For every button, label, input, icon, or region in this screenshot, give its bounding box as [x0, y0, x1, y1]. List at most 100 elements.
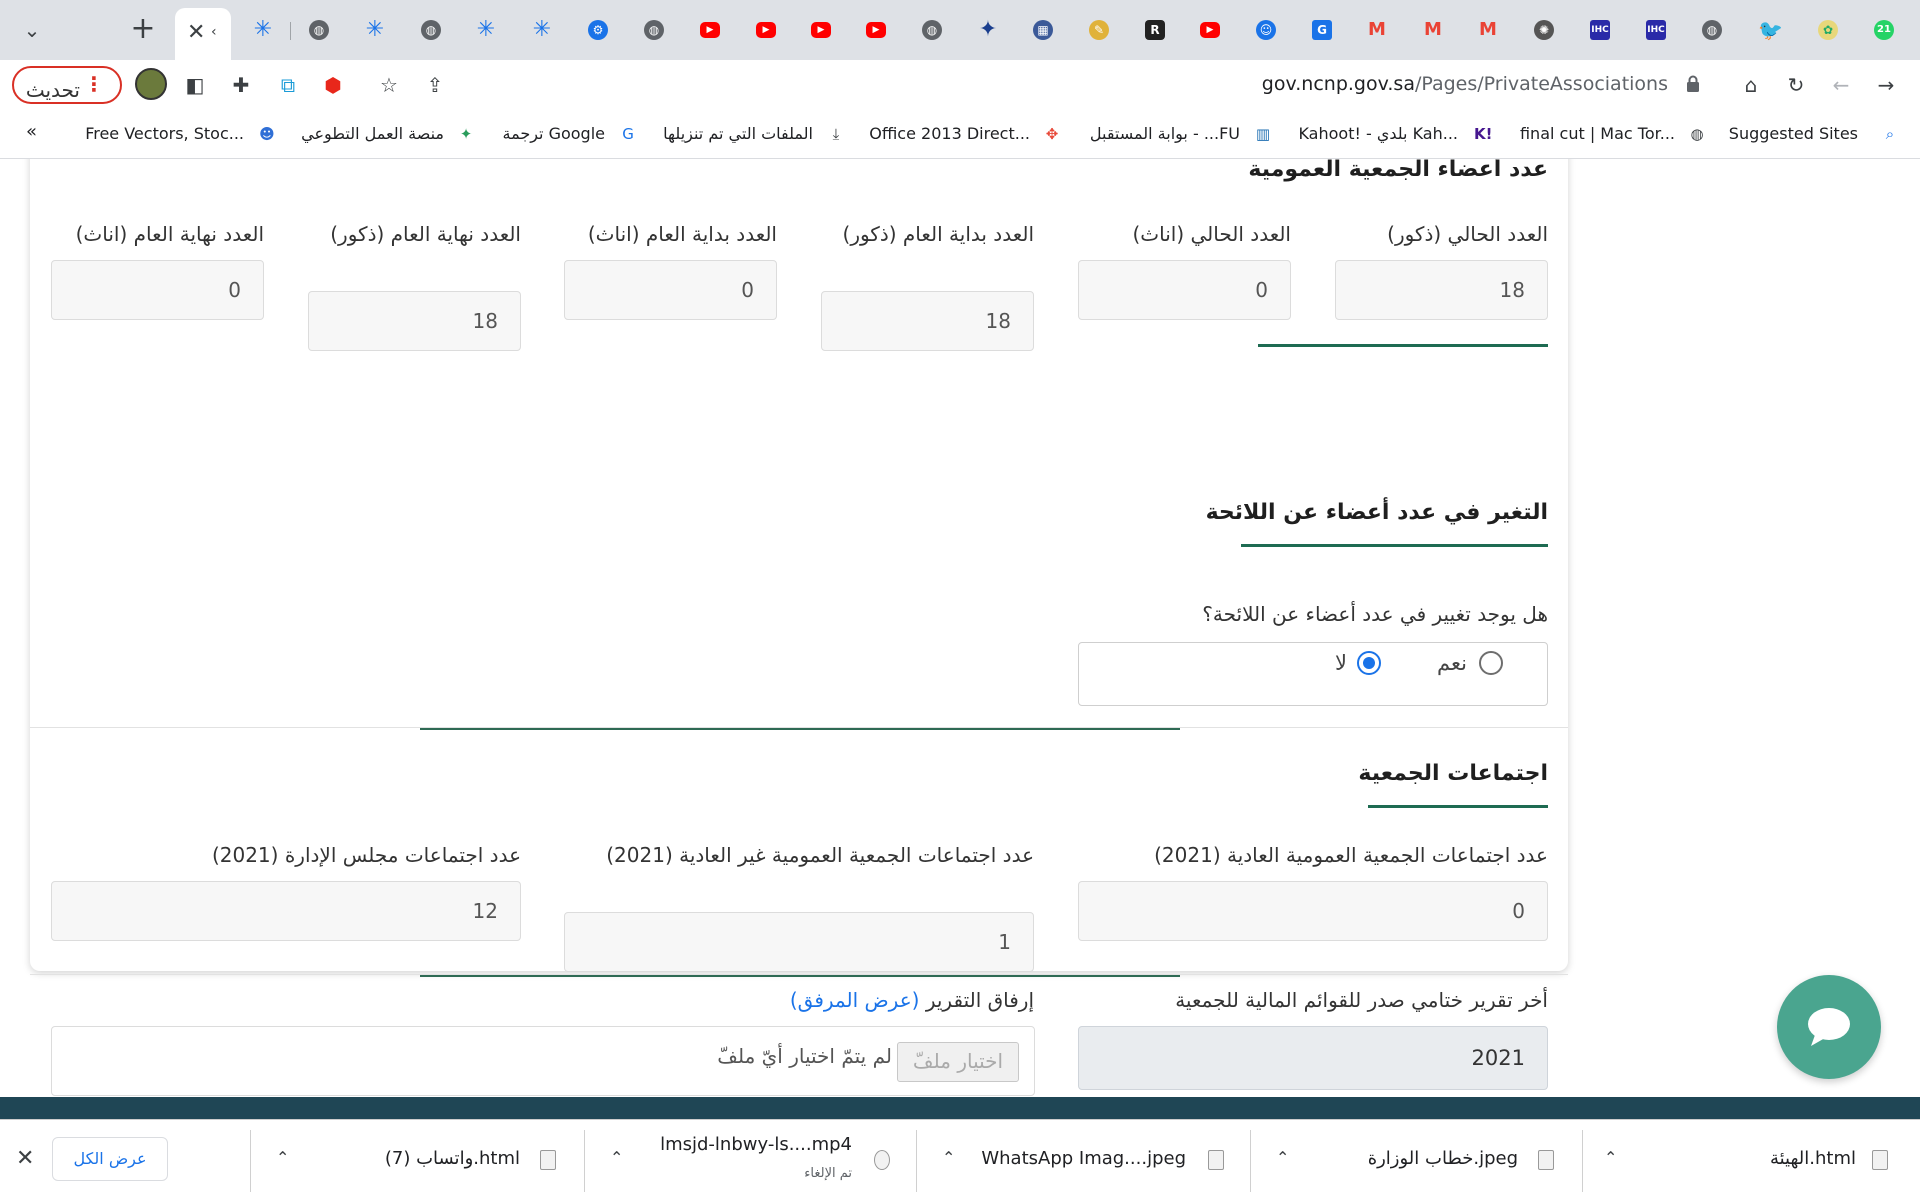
- youtube-favicon[interactable]: ▶: [811, 22, 831, 38]
- current-male-input[interactable]: 18: [1335, 260, 1548, 320]
- ncnp-favicon[interactable]: ✳: [365, 19, 385, 41]
- chevron-up-icon[interactable]: ⌃: [1276, 1148, 1289, 1167]
- home-icon[interactable]: ⌂: [1738, 72, 1764, 98]
- radio-yes-label[interactable]: نعم: [1437, 651, 1467, 675]
- whatsapp-favicon[interactable]: 21: [1874, 20, 1894, 40]
- tab-badge: 21: [1877, 24, 1891, 35]
- search-icon[interactable]: ⌕: [1881, 125, 1899, 143]
- extraordinary-meetings-input[interactable]: 1: [564, 912, 1034, 972]
- settings-favicon[interactable]: ⚙: [588, 20, 608, 40]
- calendar-favicon[interactable]: ▦: [1033, 20, 1053, 40]
- download-item[interactable]: الهيئة.html ⌃: [1582, 1120, 1920, 1200]
- bookmark-final-cut[interactable]: final cut | Mac Tor...: [1520, 124, 1675, 143]
- download-item[interactable]: lmsjd-lnbwy-ls....mp4 تم الإلغاء ⌃: [584, 1120, 916, 1200]
- end-year-male-input[interactable]: 18: [308, 291, 521, 351]
- extraordinary-meetings-label: عدد اجتماعات الجمعية العمومية غير العادي…: [606, 843, 1034, 867]
- bot-favicon[interactable]: ☺: [1256, 20, 1276, 40]
- youtube-favicon[interactable]: ▶: [1200, 22, 1220, 38]
- bookmark-volunteer-platform[interactable]: منصة العمل التطوعي: [301, 124, 444, 143]
- share-icon[interactable]: ⇪: [422, 72, 448, 98]
- file-icon: [1208, 1150, 1224, 1170]
- bookmark-future-gate[interactable]: بوابة المستقبل - ...FU: [1090, 124, 1240, 143]
- show-all-downloads-button[interactable]: عرض الكل: [52, 1137, 168, 1181]
- ncnp-logo-favicon[interactable]: ✿: [1818, 20, 1838, 40]
- adblock-extension-icon[interactable]: ⬢: [320, 72, 346, 98]
- download-item[interactable]: واتساب (7).html ⌃: [250, 1120, 584, 1200]
- youtube-favicon[interactable]: ▶: [700, 22, 720, 38]
- members-section-title: عدد أعضاء الجمعية العمومية: [1248, 159, 1548, 182]
- bookmark-free-vectors[interactable]: Free Vectors, Stoc...: [85, 124, 244, 143]
- bookmark-star-icon[interactable]: ☆: [376, 72, 402, 98]
- download-name: lmsjd-lnbwy-ls....mp4: [660, 1134, 852, 1155]
- globe-favicon[interactable]: ◍: [421, 20, 441, 40]
- view-attachment-link[interactable]: (عرض المرفق): [790, 988, 920, 1012]
- radio-yes[interactable]: [1479, 651, 1503, 675]
- ordinary-meetings-input[interactable]: 0: [1078, 881, 1548, 941]
- reload-icon[interactable]: ↻: [1783, 72, 1809, 98]
- globe-favicon[interactable]: ◍: [644, 20, 664, 40]
- chevron-up-icon[interactable]: ⌃: [1604, 1148, 1617, 1167]
- bookmark-kahoot[interactable]: Kahoot! - بلدي Kah...: [1298, 124, 1458, 143]
- new-tab-plus-icon[interactable]: +: [128, 14, 158, 44]
- ncnp-favicon[interactable]: ✳: [253, 19, 273, 41]
- bookmark-office-2013[interactable]: Office 2013 Direct...: [869, 124, 1030, 143]
- current-female-input[interactable]: 0: [1078, 260, 1291, 320]
- kahoot-icon: K!: [1474, 125, 1493, 143]
- openai-favicon[interactable]: ✺: [1534, 20, 1554, 40]
- download-divider: [1582, 1130, 1583, 1192]
- side-panel-icon[interactable]: ◧: [182, 72, 208, 98]
- tab-search-chevron-icon[interactable]: ⌄: [18, 16, 46, 44]
- bookmarks-overflow-chevron[interactable]: «: [26, 121, 37, 142]
- download-divider: [584, 1130, 585, 1192]
- gmail-favicon[interactable]: M: [1423, 20, 1443, 40]
- end-year-female-input[interactable]: 0: [51, 260, 264, 320]
- ihc-favicon[interactable]: IHC: [1646, 20, 1666, 40]
- address-bar[interactable]: gov.ncnp.gov.sa/Pages/PrivateAssociation…: [1262, 73, 1668, 95]
- ncnp-favicon[interactable]: ✳: [476, 19, 496, 41]
- forward-arrow-icon[interactable]: →: [1873, 72, 1899, 98]
- r-app-favicon[interactable]: R: [1145, 20, 1165, 40]
- last-report-year-input[interactable]: 2021: [1078, 1026, 1548, 1090]
- youtube-favicon[interactable]: ▶: [756, 22, 776, 38]
- globe-favicon[interactable]: ◍: [309, 20, 329, 40]
- start-year-male-input[interactable]: 18: [821, 291, 1034, 351]
- close-tab-icon[interactable]: ✕: [187, 20, 205, 45]
- globe-favicon[interactable]: ◍: [922, 20, 942, 40]
- back-arrow-icon[interactable]: ←: [1828, 72, 1854, 98]
- lock-icon[interactable]: [1686, 75, 1700, 93]
- choose-file-button[interactable]: اختيار ملفّ: [897, 1042, 1019, 1082]
- chevron-up-icon[interactable]: ⌃: [276, 1148, 289, 1167]
- ihc-favicon[interactable]: IHC: [1590, 20, 1610, 40]
- tab-strip: ⌄ + ✕ ‹ ✳ ◍ ✳ ◍ ✳ ✳ ⚙ ◍ ▶ ▶ ▶ ▶ ◍ ✦ ▦ ✎ …: [0, 0, 1920, 60]
- gmail-favicon[interactable]: M: [1478, 20, 1498, 40]
- youtube-favicon[interactable]: ▶: [866, 22, 886, 38]
- compass-favicon[interactable]: ✦: [978, 19, 998, 41]
- download-item[interactable]: خطاب الوزارة.jpeg ⌃: [1250, 1120, 1582, 1200]
- board-meetings-input[interactable]: 12: [51, 881, 521, 941]
- gmail-favicon[interactable]: M: [1367, 20, 1387, 40]
- profile-avatar[interactable]: [135, 68, 167, 100]
- close-icon[interactable]: ✕: [16, 1146, 34, 1171]
- ncnp-favicon[interactable]: ✳: [532, 19, 552, 41]
- page-content: عدد أعضاء الجمعية العمومية العدد الحالي …: [0, 159, 1920, 1096]
- chat-button[interactable]: [1777, 975, 1881, 1079]
- google-translate-favicon[interactable]: G: [1312, 20, 1332, 40]
- update-button[interactable]: تحديث ⋮: [12, 66, 122, 104]
- chevron-up-icon[interactable]: ⌃: [942, 1148, 955, 1167]
- globe-favicon[interactable]: ◍: [1702, 20, 1722, 40]
- bookmark-downloads[interactable]: الملفات التي تم تنزيلها: [663, 124, 813, 143]
- extension-copy-icon[interactable]: ⧉: [275, 72, 301, 98]
- extensions-puzzle-icon[interactable]: ✚: [228, 72, 254, 98]
- bookmark-suggested-sites[interactable]: Suggested Sites: [1729, 124, 1858, 143]
- download-status: تم الإلغاء: [804, 1166, 852, 1181]
- twitter-favicon[interactable]: 🐦: [1758, 20, 1783, 40]
- chevron-up-icon[interactable]: ⌃: [610, 1148, 623, 1167]
- start-year-female-input[interactable]: 0: [564, 260, 777, 320]
- pen-favicon[interactable]: ✎: [1089, 20, 1109, 40]
- download-divider: [1250, 1130, 1251, 1192]
- radio-no[interactable]: [1357, 651, 1381, 675]
- download-item[interactable]: WhatsApp Imag....jpeg ⌃: [916, 1120, 1250, 1200]
- radio-no-label[interactable]: لا: [1335, 651, 1347, 675]
- bookmark-google-translate[interactable]: ترجمة Google: [502, 124, 605, 143]
- active-tab[interactable]: ✕ ‹: [175, 8, 231, 60]
